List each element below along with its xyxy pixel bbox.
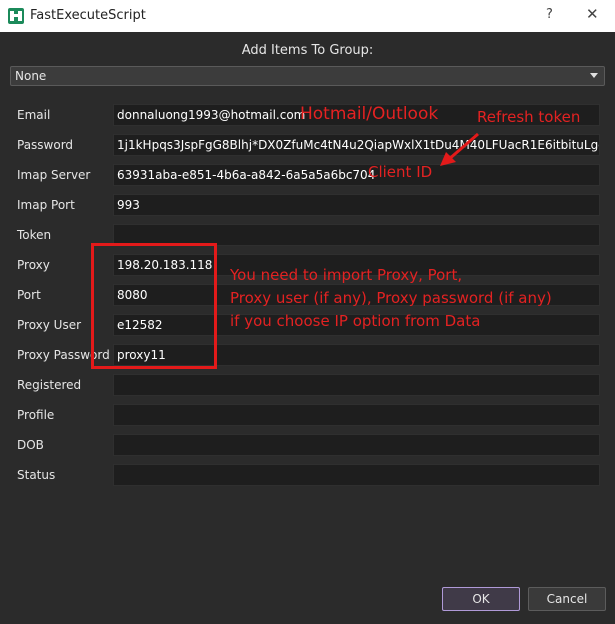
imap-server-field[interactable]: 63931aba-e851-4b6a-a842-6a5a5a6bc704 (113, 164, 600, 186)
annotation-arrow-icon (440, 132, 479, 166)
status-label: Status (17, 468, 56, 482)
help-button[interactable]: ? (546, 7, 553, 22)
token-label: Token (17, 228, 52, 242)
ok-button[interactable]: OK (442, 587, 520, 611)
imap-port-field[interactable]: 993 (113, 194, 600, 216)
profile-label: Profile (17, 408, 55, 422)
field-row-profile: Profile (0, 404, 615, 426)
password-field[interactable]: 1j1kHpqs3JspFgG8Blhj*DX0ZfuMc4tN4u2QiapW… (113, 134, 600, 156)
annotation-client-id: Client ID (368, 163, 433, 181)
group-label: Add Items To Group: (241, 43, 374, 58)
chevron-down-icon[interactable] (590, 73, 598, 78)
app-logo-icon (8, 8, 24, 24)
annotation-proxy-note: You need to import Proxy, Port, Proxy us… (230, 264, 552, 333)
profile-field[interactable] (113, 404, 600, 426)
close-button[interactable]: ✕ (586, 5, 599, 23)
field-row-imap-port: Imap Port 993 (0, 194, 615, 216)
field-row-dob: DOB (0, 434, 615, 456)
annotation-proxy-note-line: if you choose IP option from Data (230, 312, 481, 330)
field-row-registered: Registered (0, 374, 615, 396)
proxy-user-label: Proxy User (17, 318, 82, 332)
password-label: Password (17, 138, 74, 152)
email-label: Email (17, 108, 51, 122)
field-row-imap-server: Imap Server 63931aba-e851-4b6a-a842-6a5a… (0, 164, 615, 186)
field-row-status: Status (0, 464, 615, 486)
window-title: FastExecuteScript (30, 8, 146, 23)
status-field[interactable] (113, 464, 600, 486)
proxy-highlight-box (91, 243, 217, 369)
annotation-refresh-token: Refresh token (477, 108, 581, 126)
group-select-value: None (15, 69, 47, 83)
imap-server-label: Imap Server (17, 168, 91, 182)
dob-field[interactable] (113, 434, 600, 456)
dob-label: DOB (17, 438, 44, 452)
cancel-button[interactable]: Cancel (528, 587, 606, 611)
proxy-label: Proxy (17, 258, 50, 272)
title-bar: FastExecuteScript ? ✕ (0, 0, 615, 32)
port-label: Port (17, 288, 41, 302)
field-row-password: Password 1j1kHpqs3JspFgG8Blhj*DX0ZfuMc4t… (0, 134, 615, 156)
registered-label: Registered (17, 378, 82, 392)
imap-port-label: Imap Port (17, 198, 75, 212)
annotation-hotmail: Hotmail/Outlook (300, 104, 439, 124)
annotation-proxy-note-line: Proxy user (if any), Proxy password (if … (230, 289, 552, 307)
registered-field[interactable] (113, 374, 600, 396)
annotation-proxy-note-line: You need to import Proxy, Port, (230, 266, 463, 284)
group-select[interactable]: None (10, 66, 605, 86)
